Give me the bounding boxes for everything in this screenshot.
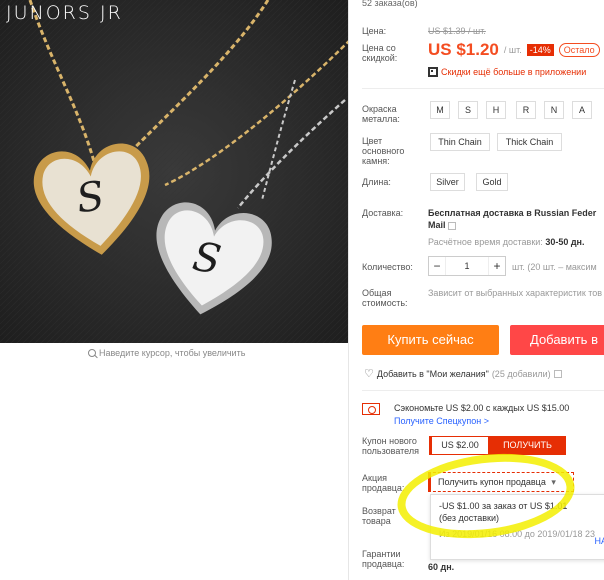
metal-option-m[interactable]: M	[430, 101, 450, 119]
zoom-hint-text: Наведите курсор, чтобы увеличить	[99, 348, 246, 358]
length-label: Длина:	[362, 177, 391, 187]
current-price: US $1.20	[428, 40, 499, 59]
remaining-badge: Остало	[558, 43, 600, 57]
guarantee-value: 60 дн.	[428, 562, 455, 572]
delivery-time-value: 30-50 дн.	[545, 237, 585, 247]
orders-count: 52 заказа(ов)	[362, 0, 418, 8]
magnifier-icon	[88, 349, 96, 357]
quantity-plus-button[interactable]: +	[489, 259, 505, 273]
new-user-coupon-amount: US $2.00	[429, 436, 489, 455]
brand-watermark: JUNORS JR	[6, 2, 123, 24]
metal-option-a[interactable]: A	[572, 101, 592, 119]
shipping-method: Бесплатная доставка в Russian Feder	[428, 208, 596, 218]
offer-note: (без доставки)	[439, 513, 500, 523]
quantity-label: Количество:	[362, 262, 413, 272]
heart-icon: ♡	[364, 368, 374, 380]
offer-amount: -US $1.00 за заказ от US $1.01	[439, 501, 568, 511]
price-label: Цена:	[362, 26, 387, 36]
zoom-hint: Наведите курсор, чтобы увеличить	[88, 348, 245, 358]
total-value: Зависит от выбранных характеристик тов	[428, 288, 603, 298]
metal-option-h[interactable]: H	[486, 101, 506, 119]
add-to-cart-button[interactable]: Добавить в	[510, 325, 604, 355]
quantity-minus-button[interactable]: −	[429, 259, 445, 273]
product-photo-graphic: S S	[0, 0, 348, 343]
metal-color-label: Окраска металла:	[362, 104, 400, 124]
stock-info: шт. (20 шт. – максим	[512, 262, 597, 272]
metal-option-s[interactable]: S	[458, 101, 478, 119]
app-promo[interactable]: Скидки ещё больше в приложении	[428, 67, 586, 77]
chevron-down-icon[interactable]	[553, 369, 562, 378]
save-offer-text: Сэкономьте US $2.00 с каждых US $15.00	[394, 403, 570, 413]
shipping-label: Доставка:	[362, 208, 404, 218]
stone-option-thin-chain[interactable]: Thin Chain	[430, 133, 490, 151]
divider	[362, 88, 604, 89]
app-promo-text: Скидки ещё больше в приложении	[441, 67, 587, 77]
coupon-icon	[362, 403, 380, 415]
delivery-time-label: Расчётное время доставки:	[428, 237, 543, 247]
new-user-coupon-label: Купон нового пользователя	[362, 436, 419, 456]
shipping-carrier-row[interactable]: Mail	[428, 220, 457, 230]
seller-coupon-dropdown[interactable]: -US $1.00 за заказ от US $1.01 (без дост…	[430, 494, 604, 560]
discount-price-label: Цена со скидкой:	[362, 43, 398, 63]
price-unit: / шт.	[503, 45, 522, 55]
discount-badge: -14%	[526, 44, 554, 56]
product-image[interactable]: S S JUNORS JR	[0, 0, 348, 343]
shipping-carrier: Mail	[428, 220, 446, 230]
stone-option-thick-chain[interactable]: Thick Chain	[497, 133, 562, 151]
metal-option-r[interactable]: R	[516, 101, 536, 119]
guarantee-label: Гарантии продавца:	[362, 549, 405, 569]
chevron-down-icon[interactable]	[448, 221, 457, 230]
quantity-input[interactable]: 1	[445, 257, 489, 275]
buy-now-button[interactable]: Купить сейчас	[362, 325, 499, 355]
special-coupon-link[interactable]: Получите Спецкупон >	[394, 416, 489, 426]
qr-code-icon	[428, 67, 438, 77]
price-row: US $1.20 / шт. -14% Остало	[428, 40, 600, 60]
column-divider	[348, 0, 349, 580]
wishlist-text: Добавить в "Мои желания"	[376, 368, 489, 379]
seller-coupon-select[interactable]: Получить купон продавца ▾	[428, 472, 574, 492]
caret-down-icon: ▾	[551, 477, 556, 487]
returns-label: Возврат товара	[362, 506, 396, 526]
length-option-silver[interactable]: Silver	[430, 173, 465, 191]
stone-color-label: Цвет основного камня:	[362, 136, 405, 166]
wishlist-count: (25 добавили)	[491, 368, 551, 379]
delivery-time: Расчётное время доставки: 30-50 дн.	[428, 237, 584, 247]
metal-option-n[interactable]: N	[544, 101, 564, 119]
offer-dates: Из 2019/01/16 08:00 до 2019/01/18 23	[439, 529, 595, 539]
quantity-stepper: − 1 +	[428, 256, 506, 276]
shipping-destination: в Russian Feder	[523, 208, 597, 218]
old-price: US $1.39 / шт.	[428, 26, 486, 36]
divider	[362, 390, 604, 391]
total-label: Общая стоимость:	[362, 288, 408, 308]
wishlist-row[interactable]: ♡ Добавить в "Мои желания" (25 добавили)	[364, 367, 562, 380]
get-coupon-button[interactable]: ПОЛУЧИТЬ	[489, 436, 566, 455]
length-option-gold[interactable]: Gold	[476, 173, 508, 191]
free-shipping-text: Бесплатная доставка	[428, 208, 524, 218]
seller-coupon-select-text: Получить купон продавца	[438, 477, 546, 487]
seller-promo-label: Акция продавца:	[362, 473, 405, 493]
offer-more-link[interactable]: НА	[594, 535, 604, 547]
